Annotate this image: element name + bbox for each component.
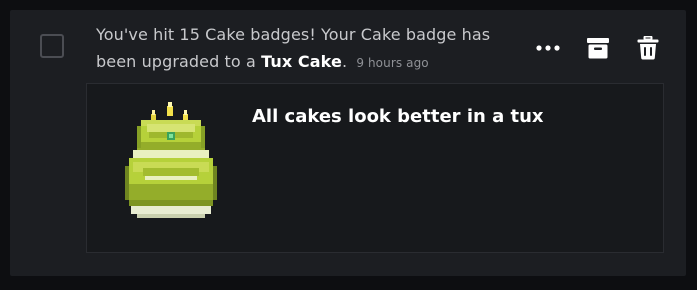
trash-icon <box>637 36 659 60</box>
tux-cake-badge-icon <box>125 102 217 218</box>
notification-text-end: . <box>341 52 348 71</box>
badge-title: All cakes look better in a tux <box>252 106 544 127</box>
notification-card: You've hit 15 Cake badges! Your Cake bad… <box>10 10 686 276</box>
notification-message: You've hit 15 Cake badges! Your Cake bad… <box>96 21 526 77</box>
select-checkbox[interactable] <box>40 34 64 58</box>
more-horizontal-icon <box>536 45 560 51</box>
timestamp: 9 hours ago <box>356 56 429 70</box>
more-button[interactable] <box>532 34 564 62</box>
archive-icon <box>587 38 609 59</box>
notification-actions <box>532 34 664 62</box>
delete-button[interactable] <box>632 34 664 62</box>
badge-preview: All cakes look better in a tux <box>86 83 664 253</box>
archive-button[interactable] <box>582 34 614 62</box>
badge-name: Tux Cake <box>261 52 342 71</box>
